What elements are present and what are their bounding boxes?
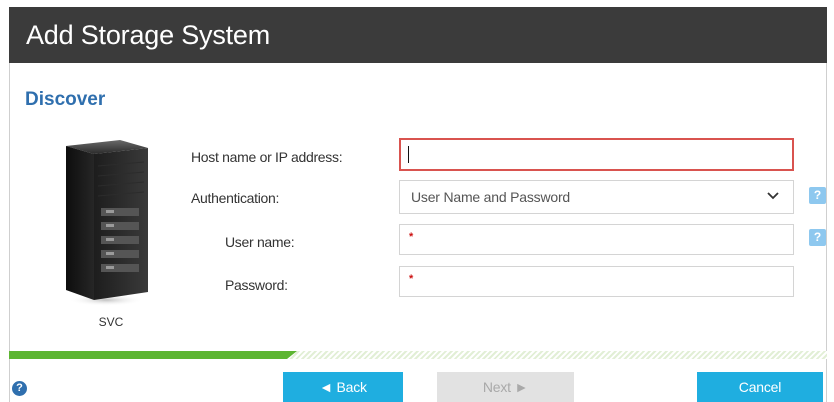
auth-help-icon[interactable]: ? <box>809 187 826 204</box>
password-label: Password: <box>225 277 288 293</box>
required-icon: * <box>409 273 414 285</box>
auth-select[interactable]: User Name and Password <box>399 180 794 214</box>
device-name: SVC <box>98 315 124 329</box>
chevron-down-icon <box>767 192 779 200</box>
next-button[interactable]: Next ► <box>437 372 574 402</box>
section-title: Discover <box>25 89 106 110</box>
username-input[interactable]: * <box>399 224 794 255</box>
auth-select-value: User Name and Password <box>411 189 570 205</box>
help-icon[interactable]: ? <box>12 381 27 396</box>
storage-server-icon <box>66 140 148 306</box>
dialog-title-bar: Add Storage System <box>9 7 827 63</box>
text-caret <box>408 146 409 163</box>
host-input[interactable] <box>399 138 794 171</box>
back-button[interactable]: ◄ Back <box>283 372 403 402</box>
required-icon: * <box>409 231 414 243</box>
auth-label: Authentication: <box>191 190 280 206</box>
cancel-button[interactable]: Cancel <box>697 372 823 402</box>
password-input[interactable]: * <box>399 266 794 297</box>
dialog-title: Add Storage System <box>26 20 271 50</box>
host-label: Host name or IP address: <box>191 149 343 165</box>
wizard-progress-fill <box>9 351 287 359</box>
username-help-icon[interactable]: ? <box>809 229 826 246</box>
wizard-progress-taper <box>287 351 297 359</box>
username-label: User name: <box>225 234 295 250</box>
